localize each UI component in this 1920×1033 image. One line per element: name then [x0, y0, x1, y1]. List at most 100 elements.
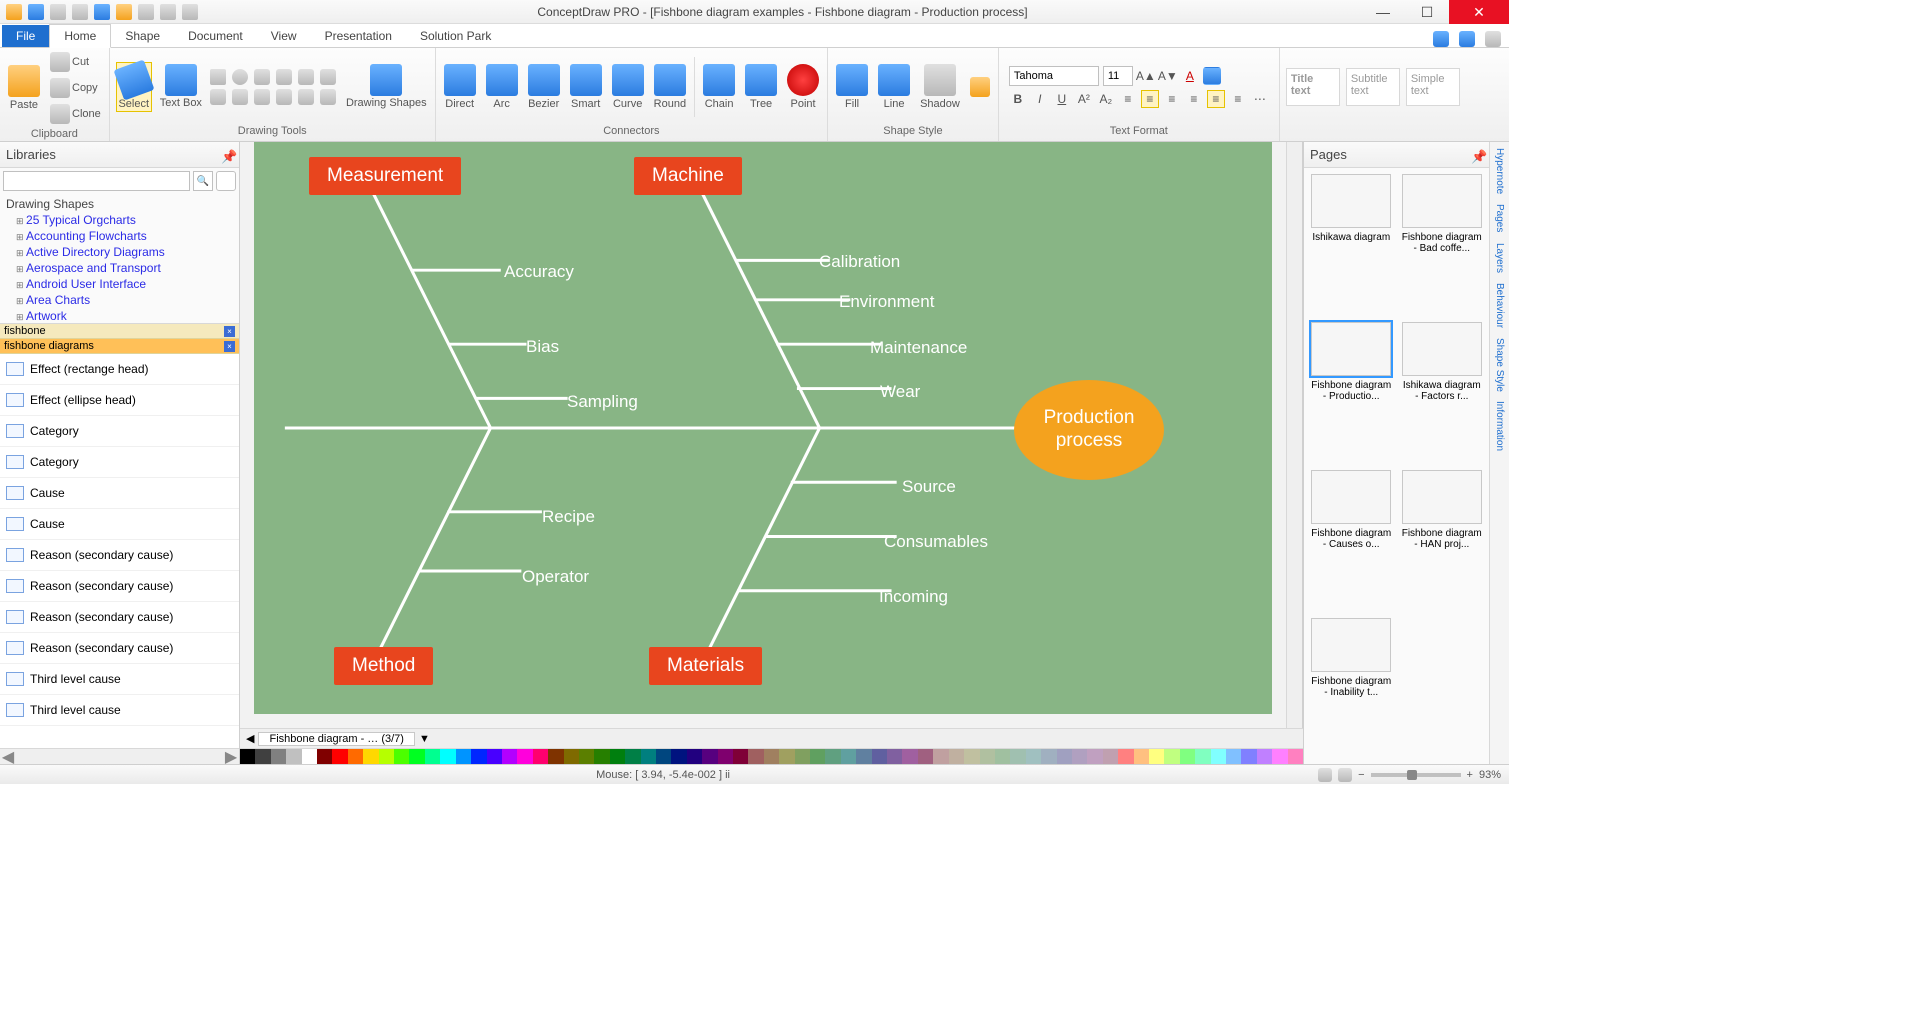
- tab-solution-park[interactable]: Solution Park: [406, 25, 505, 47]
- cause-text[interactable]: Maintenance: [870, 338, 967, 358]
- qat-print-icon[interactable]: [160, 4, 176, 20]
- color-swatch[interactable]: [1180, 749, 1195, 764]
- color-swatch[interactable]: [610, 749, 625, 764]
- diagram-page[interactable]: Measurement Machine Method Materials Acc…: [254, 142, 1272, 714]
- tree-item[interactable]: Accounting Flowcharts: [2, 228, 237, 244]
- color-swatch[interactable]: [548, 749, 563, 764]
- minimize-button[interactable]: —: [1361, 0, 1405, 24]
- qat-undo-icon[interactable]: [50, 4, 66, 20]
- collapse-ribbon-icon[interactable]: [1485, 31, 1501, 47]
- cause-text[interactable]: Bias: [526, 337, 559, 357]
- tree-item[interactable]: Active Directory Diagrams: [2, 244, 237, 260]
- cause-text[interactable]: Operator: [522, 567, 589, 587]
- grow-font-icon[interactable]: A▲: [1137, 67, 1155, 85]
- color-swatch[interactable]: [409, 749, 424, 764]
- library-shape-item[interactable]: Cause: [0, 509, 239, 540]
- color-swatch[interactable]: [317, 749, 332, 764]
- page-thumbnail[interactable]: Fishbone diagram - HAN proj...: [1401, 470, 1484, 610]
- fill-button[interactable]: Fill: [834, 62, 870, 112]
- align-right-icon[interactable]: ≡: [1163, 90, 1181, 108]
- color-swatch[interactable]: [517, 749, 532, 764]
- conn-round[interactable]: Round: [652, 62, 688, 112]
- color-swatch[interactable]: [825, 749, 840, 764]
- color-swatch[interactable]: [779, 749, 794, 764]
- side-tab[interactable]: Shape Style: [1494, 338, 1505, 392]
- align-center-icon[interactable]: ≡: [1141, 90, 1159, 108]
- effect-ellipse[interactable]: Production process: [1014, 380, 1164, 480]
- text-options-icon[interactable]: ⋯: [1251, 90, 1269, 108]
- color-swatch[interactable]: [764, 749, 779, 764]
- color-swatch[interactable]: [1026, 749, 1041, 764]
- copy-button[interactable]: Copy: [48, 76, 103, 100]
- close-button[interactable]: ✕: [1449, 0, 1509, 24]
- side-tab[interactable]: Behaviour: [1494, 283, 1505, 328]
- paste-button[interactable]: Paste: [6, 63, 42, 113]
- color-palette[interactable]: [240, 748, 1303, 764]
- conn-point[interactable]: Point: [785, 62, 821, 112]
- page-thumbnail[interactable]: Fishbone diagram - Causes o...: [1310, 470, 1393, 610]
- shape-tool[interactable]: [254, 89, 270, 105]
- color-swatch[interactable]: [394, 749, 409, 764]
- library-shape-item[interactable]: Category: [0, 416, 239, 447]
- color-swatch[interactable]: [702, 749, 717, 764]
- qat-icon[interactable]: [138, 4, 154, 20]
- category-materials[interactable]: Materials: [649, 647, 762, 685]
- shrink-font-icon[interactable]: A▼: [1159, 67, 1177, 85]
- cause-text[interactable]: Calibration: [819, 252, 900, 272]
- cause-text[interactable]: Recipe: [542, 507, 595, 527]
- title-text-style[interactable]: Title text: [1286, 68, 1340, 106]
- library-shape-item[interactable]: Reason (secondary cause): [0, 633, 239, 664]
- color-swatch[interactable]: [1226, 749, 1241, 764]
- color-swatch[interactable]: [841, 749, 856, 764]
- side-tab[interactable]: Hypernote: [1494, 148, 1505, 194]
- color-swatch[interactable]: [918, 749, 933, 764]
- align-middle-icon[interactable]: ≡: [1207, 90, 1225, 108]
- color-swatch[interactable]: [856, 749, 871, 764]
- library-shape-item[interactable]: Third level cause: [0, 695, 239, 726]
- subscript-icon[interactable]: A₂: [1097, 90, 1115, 108]
- tree-item[interactable]: Aerospace and Transport: [2, 260, 237, 276]
- color-swatch[interactable]: [271, 749, 286, 764]
- underline-icon[interactable]: U: [1053, 90, 1071, 108]
- color-swatch[interactable]: [1164, 749, 1179, 764]
- color-swatch[interactable]: [332, 749, 347, 764]
- color-swatch[interactable]: [1103, 749, 1118, 764]
- select-tool[interactable]: Select: [116, 62, 152, 112]
- cause-text[interactable]: Environment: [839, 292, 934, 312]
- shadow-button[interactable]: Shadow: [918, 62, 962, 112]
- conn-tree[interactable]: Tree: [743, 62, 779, 112]
- tab-presentation[interactable]: Presentation: [311, 25, 406, 47]
- shape-tool[interactable]: [320, 89, 336, 105]
- color-swatch[interactable]: [286, 749, 301, 764]
- drawing-shapes-button[interactable]: Drawing Shapes: [344, 62, 429, 111]
- shape-tool[interactable]: [320, 69, 336, 85]
- conn-direct[interactable]: Direct: [442, 62, 478, 112]
- tree-item[interactable]: Area Charts: [2, 292, 237, 308]
- page-nav-prev[interactable]: ◀: [246, 732, 254, 745]
- shape-tool[interactable]: [276, 89, 292, 105]
- color-swatch[interactable]: [641, 749, 656, 764]
- simple-text-style[interactable]: Simple text: [1406, 68, 1460, 106]
- color-swatch[interactable]: [471, 749, 486, 764]
- color-swatch[interactable]: [656, 749, 671, 764]
- library-tree[interactable]: Drawing Shapes 25 Typical OrgchartsAccou…: [0, 194, 239, 324]
- color-swatch[interactable]: [255, 749, 270, 764]
- close-icon[interactable]: ×: [224, 341, 235, 352]
- tab-document[interactable]: Document: [174, 25, 257, 47]
- qat-save-icon[interactable]: [28, 4, 44, 20]
- conn-curve[interactable]: Curve: [610, 62, 646, 112]
- library-shape-item[interactable]: Reason (secondary cause): [0, 602, 239, 633]
- scrollbar[interactable]: ◀▶: [0, 748, 239, 764]
- color-swatch[interactable]: [487, 749, 502, 764]
- zoom-in-icon[interactable]: +: [1467, 769, 1473, 781]
- pin-icon[interactable]: 📌: [221, 149, 233, 161]
- library-shape-item[interactable]: Third level cause: [0, 664, 239, 695]
- conn-chain[interactable]: Chain: [701, 62, 737, 112]
- color-swatch[interactable]: [995, 749, 1010, 764]
- color-swatch[interactable]: [671, 749, 686, 764]
- color-swatch[interactable]: [1288, 749, 1303, 764]
- color-swatch[interactable]: [625, 749, 640, 764]
- cut-button[interactable]: Cut: [48, 50, 103, 74]
- color-swatch[interactable]: [1118, 749, 1133, 764]
- library-list-icon[interactable]: [216, 171, 236, 191]
